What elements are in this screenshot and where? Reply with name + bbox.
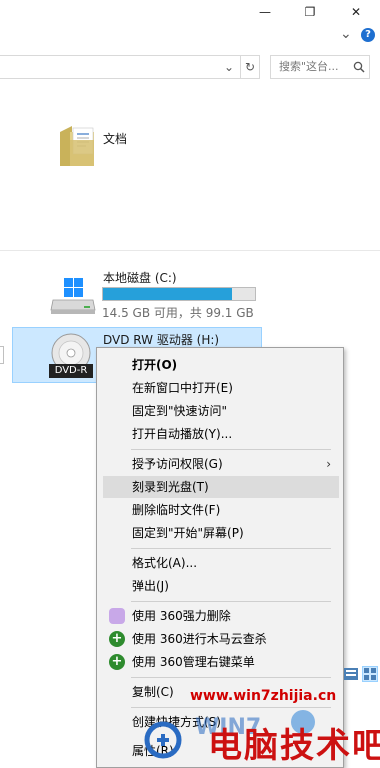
menu-item-label: 复制(C) — [132, 685, 174, 699]
menu-item-burn-to-disc[interactable]: 刻录到光盘(T) — [103, 476, 339, 498]
drive-usage-fill — [103, 288, 233, 300]
menu-item-label: 刻录到光盘(T) — [132, 480, 209, 494]
large-icons-view-button[interactable] — [362, 666, 378, 682]
drive-usage-bar — [102, 287, 256, 301]
refresh-button[interactable]: ↻ — [240, 56, 259, 78]
details-view-icon — [344, 668, 358, 680]
large-icons-view-icon — [364, 668, 376, 680]
menu-item-eject[interactable]: 弹出(J) — [103, 575, 339, 597]
menu-item-label: 弹出(J) — [132, 579, 169, 593]
menu-separator — [131, 601, 331, 602]
chevron-down-icon: ⌄ — [223, 60, 235, 74]
drive-label-c[interactable]: 本地磁盘 (C:) — [103, 269, 177, 286]
maximize-icon: ❐ — [304, 5, 316, 19]
minimize-button[interactable]: — — [242, 0, 288, 24]
drive-space-text: 14.5 GB 可用，共 99.1 GB — [102, 306, 254, 320]
menu-item-label: 在新窗口中打开(E) — [132, 381, 233, 395]
watermark-text: 电脑技术吧 — [208, 726, 380, 766]
menu-item-label: 使用 360进行木马云查杀 — [132, 632, 267, 646]
close-button[interactable]: ✕ — [333, 0, 379, 24]
hard-drive-icon — [50, 278, 96, 314]
menu-item-label: 删除临时文件(F) — [132, 503, 221, 517]
refresh-icon: ↻ — [244, 60, 256, 74]
ribbon-toggle-button[interactable]: ⌄ — [340, 26, 356, 44]
menu-separator — [131, 548, 331, 549]
details-view-button[interactable] — [344, 668, 358, 680]
maximize-button[interactable]: ❐ — [287, 0, 333, 24]
drive-label-h[interactable]: DVD RW 驱动器 (H:) — [103, 331, 219, 348]
search-placeholder: 搜索"这台... — [279, 60, 339, 73]
dvd-badge-label: DVD-R — [54, 365, 88, 376]
submenu-arrow-icon: › — [326, 457, 331, 471]
menu-item-label: 固定到"快速访问" — [132, 404, 228, 418]
context-menu: 打开(O) 在新窗口中打开(E) 固定到"快速访问" 打开自动播放(Y)... … — [96, 347, 344, 768]
360-manage-icon: + — [109, 654, 125, 670]
360-shred-icon — [109, 608, 125, 624]
close-icon: ✕ — [350, 5, 362, 19]
menu-item-label: 打开自动播放(Y)... — [132, 427, 233, 441]
minimize-icon: — — [259, 5, 271, 19]
nav-pane-edge — [0, 346, 4, 364]
search-input[interactable]: 搜索"这台... — [270, 55, 370, 79]
menu-item-format[interactable]: 格式化(A)... — [103, 552, 339, 574]
dvd-media-badge: DVD-R — [49, 364, 93, 378]
menu-item-pin-quick-access[interactable]: 固定到"快速访问" — [103, 400, 339, 422]
watermark-url: www.win7zhijia.cn — [190, 688, 337, 704]
menu-item-label: 使用 360强力删除 — [132, 609, 231, 623]
menu-item-360-scan[interactable]: + 使用 360进行木马云查杀 — [103, 628, 339, 650]
help-button[interactable]: ? — [361, 28, 375, 42]
documents-folder-icon — [60, 126, 94, 166]
menu-item-360-shred[interactable]: 使用 360强力删除 — [103, 605, 339, 627]
menu-item-360-manage[interactable]: + 使用 360管理右键菜单 — [103, 651, 339, 673]
menu-item-open-new-window[interactable]: 在新窗口中打开(E) — [103, 377, 339, 399]
menu-separator — [131, 449, 331, 450]
menu-item-label: 授予访问权限(G) — [132, 457, 223, 471]
menu-item-autoplay[interactable]: 打开自动播放(Y)... — [103, 423, 339, 445]
menu-item-label: 固定到"开始"屏幕(P) — [132, 526, 244, 540]
address-bar[interactable]: ⌄ ↻ — [0, 55, 260, 79]
menu-item-open[interactable]: 打开(O) — [103, 354, 339, 376]
folder-label-documents[interactable]: 文档 — [103, 130, 127, 147]
menu-item-label: 打开(O) — [132, 358, 178, 372]
360-scan-icon: + — [109, 631, 125, 647]
address-dropdown-button[interactable]: ⌄ — [220, 56, 238, 78]
menu-separator — [131, 677, 331, 678]
help-icon: ? — [365, 29, 371, 40]
menu-item-delete-temp-files[interactable]: 删除临时文件(F) — [103, 499, 339, 521]
menu-item-label: 使用 360管理右键菜单 — [132, 655, 255, 669]
chevron-down-icon: ⌄ — [340, 26, 352, 42]
menu-item-pin-start[interactable]: 固定到"开始"屏幕(P) — [103, 522, 339, 544]
menu-item-label: 格式化(A)... — [132, 556, 198, 570]
section-divider — [0, 250, 380, 251]
search-icon — [353, 61, 365, 73]
menu-item-give-access[interactable]: 授予访问权限(G) › — [103, 453, 339, 475]
